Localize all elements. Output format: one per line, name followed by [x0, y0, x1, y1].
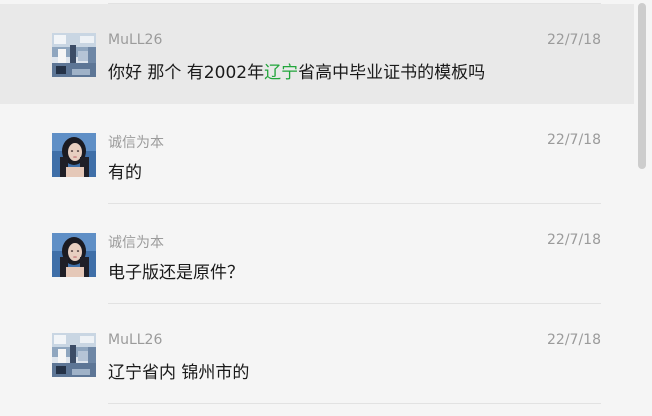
- sender-name: MuLL26: [108, 32, 163, 48]
- message-time: 22/7/18: [547, 232, 601, 248]
- message-text: 辽宁省内 锦州市的: [108, 363, 250, 383]
- sender-name: 诚信为本: [108, 235, 164, 251]
- landscape-avatar[interactable]: [52, 33, 96, 77]
- woman-portrait-avatar[interactable]: [52, 233, 96, 277]
- message-time: 22/7/18: [547, 132, 601, 148]
- message-text: 电子版还是原件？: [108, 263, 244, 283]
- message-text-part: 你好 那个 有2002年: [108, 63, 265, 83]
- divider: [108, 403, 601, 404]
- scrollbar-thumb[interactable]: [638, 3, 646, 169]
- message-item[interactable]: MuLL26 22/7/18 辽宁省内 锦州市的: [0, 304, 634, 404]
- message-item[interactable]: MuLL26 22/7/18 你好 那个 有2002年辽宁省高中毕业证书的模板吗: [0, 4, 634, 104]
- vertical-scrollbar[interactable]: [634, 0, 652, 416]
- message-item[interactable]: 诚信为本 22/7/18 有的: [0, 104, 634, 204]
- sender-name: 诚信为本: [108, 135, 164, 151]
- landscape-avatar[interactable]: [52, 333, 96, 377]
- message-time: 22/7/18: [547, 32, 601, 48]
- highlighted-keyword: 辽宁: [264, 63, 299, 83]
- message-text: 你好 那个 有2002年辽宁省高中毕业证书的模板吗: [108, 58, 485, 83]
- message-time: 22/7/18: [547, 332, 601, 348]
- message-item[interactable]: 诚信为本 22/7/18 电子版还是原件？: [0, 204, 634, 304]
- message-text-part: 省高中毕业证书的模板吗: [298, 63, 486, 83]
- chat-message-list[interactable]: MuLL26 22/7/18 你好 那个 有2002年辽宁省高中毕业证书的模板吗…: [0, 0, 652, 416]
- message-text: 有的: [108, 163, 142, 183]
- sender-name: MuLL26: [108, 332, 163, 348]
- woman-portrait-avatar[interactable]: [52, 133, 96, 177]
